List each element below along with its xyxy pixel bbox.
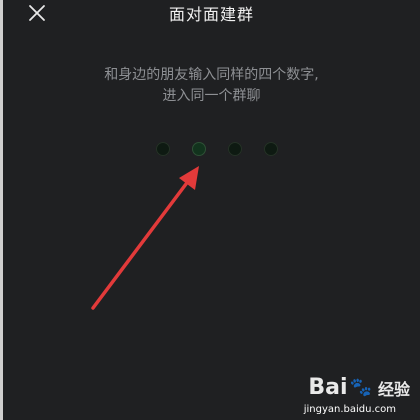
face-to-face-group-screen: 面对面建群 和身边的朋友输入同样的四个数字, 进入同一个群聊 Bai 🐾 经验 … — [3, 0, 420, 420]
watermark-brand-suffix: 经验 — [377, 379, 410, 399]
paw-icon: 🐾 — [349, 377, 372, 398]
watermark-url: jingyan.baidu.com — [303, 404, 396, 415]
annotation-arrow-icon — [91, 166, 199, 310]
baidu-jingyan-watermark: Bai 🐾 经验 — [308, 375, 410, 400]
watermark-brand: Bai — [308, 375, 348, 400]
